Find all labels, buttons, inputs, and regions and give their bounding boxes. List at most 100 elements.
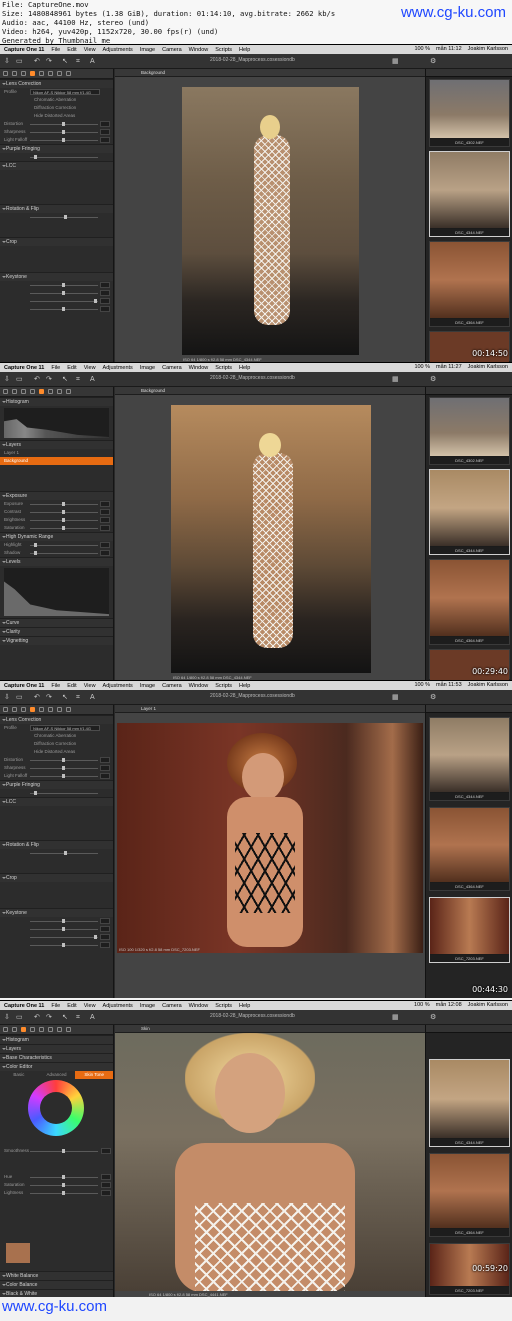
grid-icon[interactable]: ▦ [392,57,399,66]
menu-adjustments[interactable]: Adjustments [103,365,133,371]
tool-tabs[interactable] [0,705,113,715]
tool-tabs[interactable] [0,69,113,79]
keystone-vertical[interactable] [0,281,113,289]
tool-clarity[interactable]: Clarity [0,627,113,636]
tool-layers[interactable]: Layers [0,1044,113,1053]
layer-row-1[interactable]: Layer 1 [0,449,113,457]
layer-name[interactable]: Background [141,388,165,393]
menu-camera[interactable]: Camera [162,47,182,53]
undo-icon[interactable]: ↶ [34,57,40,66]
option-diffraction[interactable]: Diffraction Correction [0,740,113,748]
tool-purple-fringing[interactable]: Purple Fringing [0,144,113,153]
menu-view[interactable]: View [84,365,96,371]
import-icon[interactable]: ⇩ [4,375,10,384]
menu-scripts[interactable]: Scripts [215,47,232,53]
menu-window[interactable]: Window [189,365,209,371]
slider-light-falloff[interactable]: Light Falloff [0,136,113,144]
image-viewer[interactable]: Layer 1 ISO 100 1/320 s f/2.8 58 mm DSC_… [115,705,425,998]
app-menu[interactable]: Capture One 11 [4,47,44,53]
browser-thumb[interactable]: DSC_4364.NEF [429,241,510,327]
text-icon[interactable]: A [90,1013,95,1022]
crop-icon[interactable]: ⌗ [76,57,80,66]
lens-profile-select[interactable]: Nikon AF-S Nikkor 58 mm f/1.4G [30,89,100,95]
cursor-icon[interactable]: ↖ [62,375,68,384]
option-diffraction[interactable]: Diffraction Correction [0,104,113,112]
tool-lens-correction[interactable]: Lens Correction [0,79,113,88]
crop-icon[interactable]: ⌗ [76,375,80,384]
tool-rotation-flip[interactable]: Rotation & Flip [0,204,113,213]
redo-icon[interactable]: ↷ [46,375,52,384]
browser-thumb-selected[interactable]: DSC_4344.NEF [429,469,510,555]
grid-icon[interactable]: ▦ [392,693,399,702]
folder-icon[interactable]: ▭ [16,1013,23,1022]
menu-help[interactable]: Help [239,365,250,371]
menu-view[interactable]: View [84,47,96,53]
text-icon[interactable]: A [90,693,95,702]
folder-icon[interactable]: ▭ [16,693,23,702]
browser-thumb-selected[interactable]: DSC_7203.NEF [429,897,510,963]
menu-scripts[interactable]: Scripts [215,683,232,689]
redo-icon[interactable]: ↷ [46,693,52,702]
crop-icon[interactable]: ⌗ [76,693,80,702]
option-chromatic[interactable]: Chromatic Aberration [0,732,113,740]
text-icon[interactable]: A [90,57,95,66]
undo-icon[interactable]: ↶ [34,1013,40,1022]
slider-contrast[interactable]: Contrast [0,508,113,516]
keystone-aspect[interactable] [0,305,113,313]
menu-edit[interactable]: Edit [67,47,76,53]
tool-lcc[interactable]: LCC [0,161,113,170]
redo-icon[interactable]: ↷ [46,57,52,66]
tool-tabs[interactable] [0,1025,113,1035]
tool-color-balance[interactable]: Color Balance [0,1280,113,1289]
import-icon[interactable]: ⇩ [4,693,10,702]
tool-histogram[interactable]: Histogram [0,1035,113,1044]
browser-thumb-selected[interactable]: DSC_4344.NEF [429,1059,510,1147]
user-name[interactable]: Joakim Karlsson [468,46,508,52]
menu-help[interactable]: Help [239,1003,250,1009]
browser-thumb[interactable]: DSC_4364.NEF [429,807,510,891]
keystone-amount[interactable] [0,297,113,305]
menu-file[interactable]: File [51,365,60,371]
cursor-icon[interactable]: ↖ [62,1013,68,1022]
slider-hue[interactable]: Hue [0,1173,113,1181]
tab-basic[interactable]: Basic [0,1071,38,1079]
menu-window[interactable]: Window [189,683,209,689]
undo-icon[interactable]: ↶ [34,693,40,702]
slider-exposure[interactable]: Exposure [0,500,113,508]
cursor-icon[interactable]: ↖ [62,57,68,66]
slider-brightness[interactable]: Brightness [0,516,113,524]
folder-icon[interactable]: ▭ [16,375,23,384]
browser-thumb[interactable]: DSC_4364.NEF [429,559,510,645]
menu-image[interactable]: Image [140,365,155,371]
settings-icon[interactable]: ⚙ [430,1013,436,1022]
menu-file[interactable]: File [51,1003,60,1009]
tool-levels[interactable]: Levels [0,557,113,566]
slider-sharpness[interactable]: Sharpness [0,764,113,772]
menu-help[interactable]: Help [239,47,250,53]
tool-curve[interactable]: Curve [0,618,113,627]
slider-lightness[interactable]: Lightness [0,1189,113,1197]
tool-base-characteristics[interactable]: Base Characteristics [0,1053,113,1062]
menu-window[interactable]: Window [189,47,209,53]
menu-adjustments[interactable]: Adjustments [103,1003,133,1009]
tool-lcc[interactable]: LCC [0,797,113,806]
folder-icon[interactable]: ▭ [16,57,23,66]
tool-keystone[interactable]: Keystone [0,908,113,917]
tool-purple-fringing[interactable]: Purple Fringing [0,780,113,789]
menu-edit[interactable]: Edit [67,365,76,371]
tool-white-balance[interactable]: White Balance [0,1271,113,1280]
settings-icon[interactable]: ⚙ [430,693,436,702]
slider-smoothness[interactable]: Smoothness [0,1147,113,1155]
tool-keystone[interactable]: Keystone [0,272,113,281]
tool-lens-correction[interactable]: Lens Correction [0,715,113,724]
tool-histogram[interactable]: Histogram [0,397,113,406]
menu-image[interactable]: Image [140,1003,155,1009]
tab-advanced[interactable]: Advanced [38,1071,76,1079]
slider-light-falloff[interactable]: Light Falloff [0,772,113,780]
user-name[interactable]: Joakim Karlsson [468,364,508,370]
menu-adjustments[interactable]: Adjustments [103,683,133,689]
browser-thumb-selected[interactable]: DSC_4344.NEF [429,151,510,237]
menu-image[interactable]: Image [140,683,155,689]
grid-icon[interactable]: ▦ [392,1013,399,1022]
menu-camera[interactable]: Camera [162,683,182,689]
